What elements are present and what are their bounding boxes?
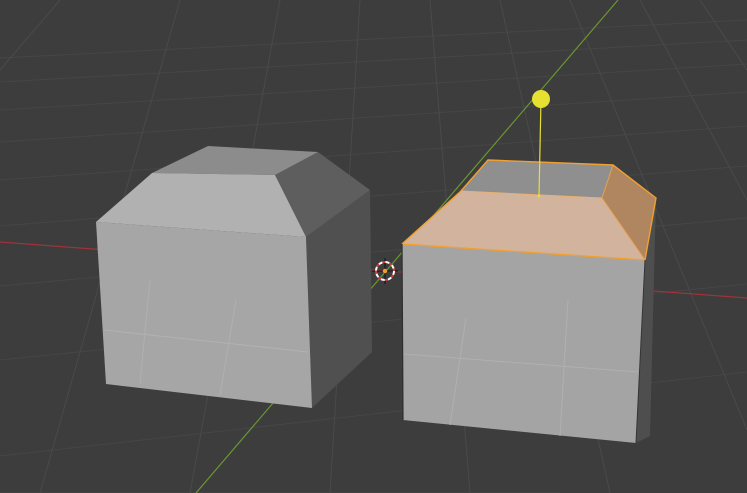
cube-001-object[interactable] <box>401 159 657 444</box>
cube-object[interactable] <box>96 146 372 408</box>
object-origin-dot <box>382 268 388 274</box>
light-icon[interactable] <box>532 90 550 108</box>
cube-front-face <box>96 222 312 408</box>
viewport-canvas[interactable] <box>0 0 747 493</box>
cube-001-front-face <box>402 244 645 443</box>
3d-viewport[interactable] <box>0 0 747 493</box>
